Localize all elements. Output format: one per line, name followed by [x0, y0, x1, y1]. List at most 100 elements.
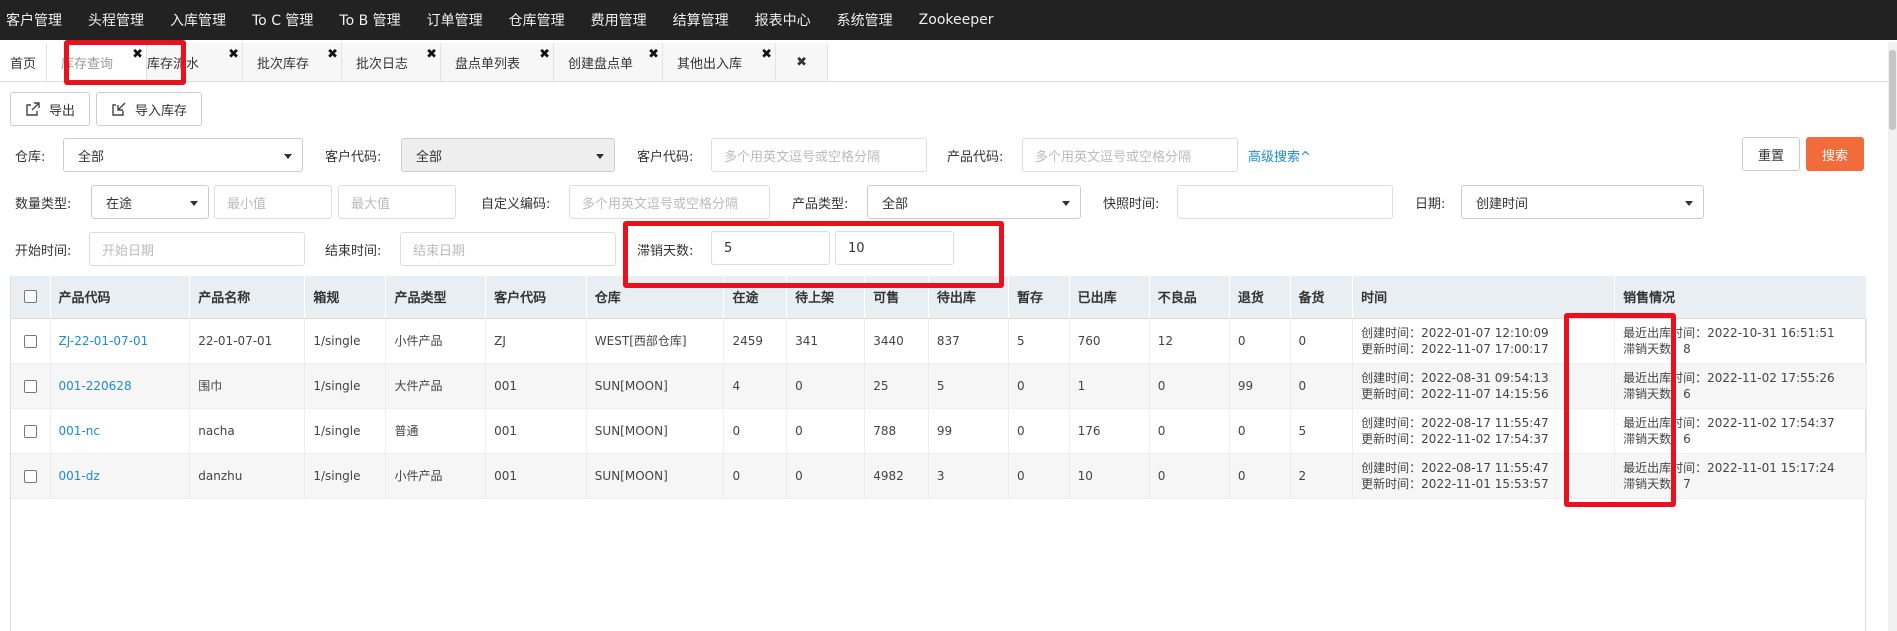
tab-label: 批次库存: [257, 56, 310, 72]
nav-item-tob[interactable]: To B 管理: [326, 10, 413, 30]
tab-stocktake-list[interactable]: 盘点单列表 ✖: [441, 43, 555, 81]
import-inventory-button[interactable]: 导入库存: [96, 92, 203, 126]
search-button[interactable]: 搜索: [1806, 137, 1864, 171]
col-header[interactable]: 产品名称: [189, 276, 306, 319]
nav-item-warehouse[interactable]: 仓库管理: [496, 10, 578, 30]
min-qty-input[interactable]: 最小值: [214, 185, 332, 219]
col-header[interactable]: 不良品: [1149, 276, 1230, 319]
customer-code-select[interactable]: 全部: [401, 138, 615, 172]
close-all-tabs-button[interactable]: ✖: [776, 43, 829, 81]
tab-other-inout[interactable]: 其他出入库 ✖: [663, 43, 777, 81]
col-header[interactable]: 箱规: [304, 276, 387, 319]
start-date-input[interactable]: 开始日期: [89, 232, 305, 266]
col-header[interactable]: 备货: [1290, 276, 1354, 319]
scrollbar-thumb[interactable]: [1889, 50, 1896, 130]
row-checkbox[interactable]: [24, 379, 37, 393]
stagnant-days-label: 滞销天数:: [637, 244, 694, 259]
stagnant-days: 滞销天数：6: [1623, 431, 1691, 446]
select-all-checkbox[interactable]: [24, 290, 37, 304]
nav-item-system[interactable]: 系统管理: [824, 10, 906, 30]
col-header[interactable]: 已出库: [1069, 276, 1150, 319]
tab-create-stocktake[interactable]: 创建盘点单 ✖: [554, 43, 664, 81]
stock-prep: 0: [1290, 318, 1354, 363]
warehouse-select[interactable]: 全部: [63, 138, 303, 172]
max-qty-input[interactable]: 最大值: [338, 185, 456, 219]
col-header[interactable]: 待出库: [928, 276, 1010, 319]
col-header[interactable]: 在途: [723, 276, 788, 319]
date-type-select[interactable]: 创建时间: [1461, 185, 1704, 219]
end-date-input[interactable]: 结束日期: [400, 232, 616, 266]
reset-button[interactable]: 重置: [1742, 137, 1800, 171]
export-button[interactable]: 导出: [10, 92, 91, 126]
to-ship: 99: [928, 408, 1010, 453]
close-icon[interactable]: ✖: [426, 48, 437, 61]
created-time: 创建时间：2022-08-17 11:55:47: [1361, 415, 1549, 430]
col-header[interactable]: 暂存: [1008, 276, 1070, 319]
nav-item-reports[interactable]: 报表中心: [742, 10, 824, 30]
table-row: 001-dz danzhu 1/single 小件产品 001 SUN[MOON…: [11, 453, 1867, 498]
nav-item-toc[interactable]: To C 管理: [239, 10, 326, 30]
max-qty-placeholder: 最大值: [351, 196, 391, 212]
col-header[interactable]: 产品类型: [385, 276, 487, 319]
product-code-link[interactable]: 001-220628: [50, 363, 191, 408]
nav-item-customer[interactable]: 客户管理: [0, 10, 75, 30]
col-header[interactable]: 仓库: [586, 276, 725, 319]
product-type: 大件产品: [385, 363, 487, 408]
close-icon[interactable]: ✖: [228, 48, 239, 61]
col-header[interactable]: 可售: [864, 276, 929, 319]
custom-code-input[interactable]: 多个用英文逗号或空格分隔: [569, 185, 770, 219]
snapshot-time-input[interactable]: [1177, 185, 1393, 219]
product-code-input[interactable]: 多个用英文逗号或空格分隔: [1022, 138, 1238, 172]
col-header[interactable]: 退货: [1229, 276, 1291, 319]
tab-batch-log[interactable]: 批次日志 ✖: [342, 43, 442, 81]
shipped: 176: [1069, 408, 1150, 453]
tab-home[interactable]: 首页: [0, 43, 48, 81]
nav-item-orders[interactable]: 订单管理: [414, 10, 496, 30]
temp-stock: 5: [1008, 318, 1070, 363]
close-icon[interactable]: ✖: [648, 48, 659, 61]
tab-label: 其他出入库: [677, 56, 743, 72]
nav-item-zookeeper[interactable]: Zookeeper: [906, 12, 1007, 28]
defective: 0: [1149, 408, 1230, 453]
product-type: 小件产品: [385, 453, 487, 498]
shipped: 10: [1069, 453, 1150, 498]
product-code-link[interactable]: 001-nc: [50, 408, 191, 453]
table-header-row: 产品代码 产品名称 箱规 产品类型 客户代码 仓库 在途 待上架 可售 待出库 …: [11, 276, 1867, 319]
col-header[interactable]: 时间: [1352, 276, 1616, 319]
tab-inventory-query[interactable]: 库存查询 ✖: [47, 43, 148, 81]
warehouse-label: 仓库:: [15, 150, 46, 165]
nav-item-first-leg[interactable]: 头程管理: [75, 10, 157, 30]
close-icon[interactable]: ✖: [132, 48, 143, 61]
row-checkbox[interactable]: [24, 334, 37, 348]
date-type-value: 创建时间: [1476, 196, 1529, 212]
tab-label: 盘点单列表: [455, 56, 521, 72]
qty-type-select[interactable]: 在途: [91, 185, 209, 219]
nav-item-inbound[interactable]: 入库管理: [157, 10, 239, 30]
row-checkbox[interactable]: [24, 469, 37, 483]
product-code-link[interactable]: 001-dz: [50, 453, 191, 498]
stagnant-days-min-input[interactable]: 5: [711, 231, 830, 265]
tab-inventory-flow[interactable]: 库存流水 ✖: [147, 43, 244, 81]
close-icon[interactable]: ✖: [327, 48, 338, 61]
qty-type-label: 数量类型:: [15, 197, 72, 212]
col-header[interactable]: 待上架: [786, 276, 866, 319]
nav-item-settlement[interactable]: 结算管理: [660, 10, 742, 30]
col-header[interactable]: 产品代码: [50, 276, 191, 319]
stagnant-days-max-input[interactable]: 10: [835, 231, 954, 265]
customer-code2-input[interactable]: 多个用英文逗号或空格分隔: [711, 138, 927, 172]
advanced-search-link[interactable]: 高级搜索^: [1248, 146, 1311, 165]
tab-batch-inventory[interactable]: 批次库存 ✖: [243, 43, 343, 81]
col-header[interactable]: 销售情况: [1614, 276, 1867, 319]
product-code-link[interactable]: ZJ-22-01-07-01: [50, 318, 191, 363]
close-icon[interactable]: ✖: [761, 48, 772, 61]
product-type-select[interactable]: 全部: [867, 185, 1081, 219]
nav-item-fees[interactable]: 费用管理: [578, 10, 660, 30]
vertical-scrollbar[interactable]: [1888, 42, 1897, 631]
updated-time: 更新时间：2022-11-01 15:53:57: [1361, 476, 1549, 491]
time-cell: 创建时间：2022-08-17 11:55:47 更新时间：2022-11-02 …: [1352, 408, 1616, 453]
sales-cell: 最近出库时间：2022-11-02 17:54:37 滞销天数：6: [1614, 408, 1867, 453]
qty-type-value: 在途: [106, 196, 133, 212]
close-icon[interactable]: ✖: [539, 48, 550, 61]
row-checkbox[interactable]: [24, 424, 37, 438]
col-header[interactable]: 客户代码: [485, 276, 587, 319]
